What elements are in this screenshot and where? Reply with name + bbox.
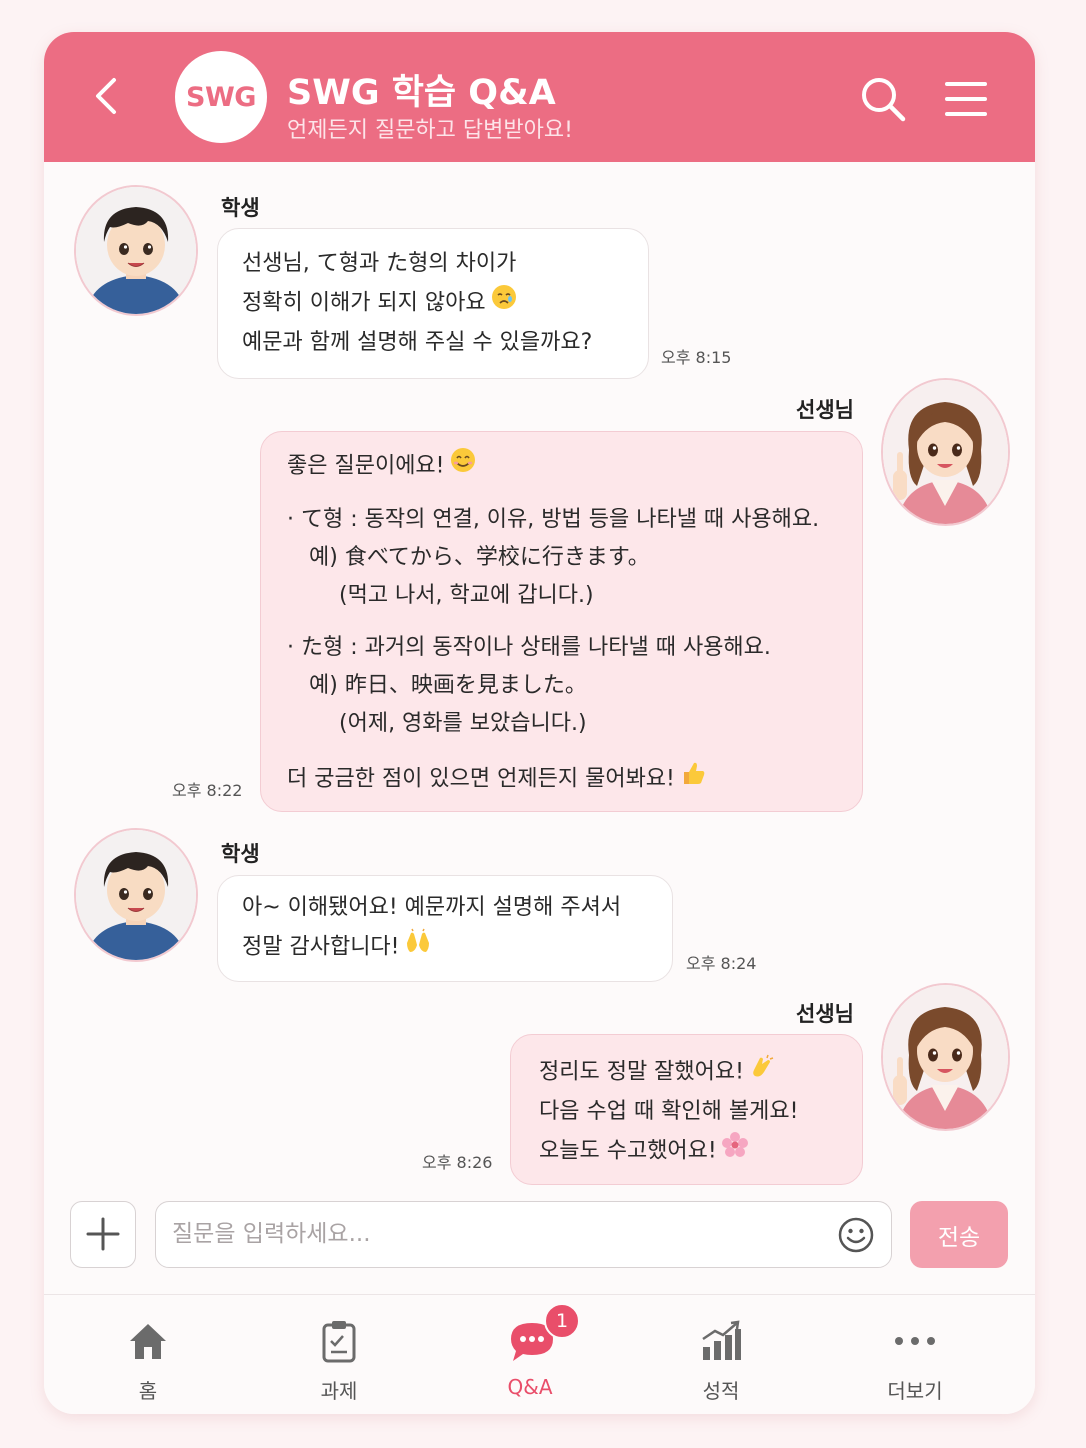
message-line: 더 궁금한 점이 있으면 언제든지 물어봐요!: [287, 766, 675, 792]
sender-name: 선생님: [796, 398, 854, 422]
emoji-button[interactable]: [838, 1217, 874, 1253]
nav-label: Q&A: [507, 1375, 553, 1399]
clapping-hands-icon: [748, 1052, 776, 1093]
nav-item-assignments[interactable]: 과제: [269, 1295, 409, 1414]
message-bubble[interactable]: 아~ 이해됐어요! 예문까지 설명해 주셔서 정말 감사합니다!: [217, 875, 673, 982]
raised-hands-icon: [404, 927, 432, 968]
clipboard-icon: [322, 1321, 356, 1363]
teacher-avatar-illustration: [883, 985, 1008, 1129]
student-avatar-illustration: [76, 187, 196, 314]
message-line: 좋은 질문이에요!: [287, 453, 445, 479]
channel-subtitle: 언제든지 질문하고 답변받아요!: [287, 118, 573, 143]
chat-window: SWG SWG 학습 Q&A 언제든지 질문하고 답변받아요! 학생 선생님, …: [44, 32, 1035, 1414]
message-line: 아~ 이해됐어요! 예문까지 설명해 주셔서: [242, 895, 622, 920]
message-line: 예문과 함께 설명해 주실 수 있을까요?: [242, 330, 593, 355]
sender-name: 선생님: [796, 1002, 854, 1026]
message-line: 오늘도 수고했어요!: [539, 1138, 717, 1164]
thumbs-up-icon: [679, 759, 707, 800]
smiley-icon: [838, 1217, 874, 1253]
nav-label: 더보기: [887, 1379, 943, 1403]
teacher-avatar[interactable]: [881, 983, 1010, 1131]
nav-item-home[interactable]: 홈: [78, 1295, 218, 1414]
channel-logo: SWG: [175, 51, 267, 143]
message-time: 오후 8:22: [172, 781, 243, 800]
back-button[interactable]: [88, 76, 128, 116]
nav-item-more[interactable]: 더보기: [845, 1295, 985, 1414]
message-line: 선생님, て형과 た형의 차이가: [242, 251, 517, 276]
message-input[interactable]: [172, 1202, 822, 1266]
student-avatar[interactable]: [74, 185, 198, 316]
nav-item-grades[interactable]: 성적: [651, 1295, 791, 1414]
bar-chart-icon: [702, 1320, 741, 1360]
message-line: (먹고 나서, 학교에 갑니다.): [339, 583, 594, 608]
notification-badge: 1: [544, 1303, 580, 1339]
crying-face-icon: [490, 283, 518, 324]
message-input-box[interactable]: [155, 1201, 892, 1268]
cherry-blossom-icon: [721, 1131, 749, 1172]
more-dots-icon: [895, 1337, 935, 1345]
nav-label: 홈: [138, 1379, 158, 1403]
message-line: 정확히 이해가 되지 않아요: [242, 290, 486, 316]
nav-item-qna[interactable]: 1 Q&A: [460, 1295, 600, 1414]
message-line: 정말 감사합니다!: [242, 934, 400, 960]
message-bubble[interactable]: 좋은 질문이에요! · て형 : 동작의 연결, 이유, 방법 등을 나타낼 때…: [260, 431, 863, 812]
chevron-left-icon: [96, 78, 116, 114]
student-avatar[interactable]: [74, 828, 198, 962]
search-icon: [862, 78, 906, 122]
attach-button[interactable]: [70, 1201, 136, 1268]
message-line: 예) 食べてから、学校に行きます。: [309, 545, 650, 570]
message-bubble[interactable]: 정리도 정말 잘했어요! 다음 수업 때 확인해 볼게요! 오늘도 수고했어요!: [510, 1034, 863, 1185]
message-line: (어제, 영화를 보았습니다.): [339, 711, 587, 736]
message-line: · た형 : 과거의 동작이나 상태를 나타낼 때 사용해요.: [287, 635, 771, 660]
message-line: 정리도 정말 잘했어요!: [539, 1059, 744, 1085]
nav-label: 성적: [702, 1379, 740, 1403]
nav-label: 과제: [320, 1379, 358, 1403]
teacher-avatar-illustration: [883, 380, 1008, 524]
message-line: 다음 수업 때 확인해 볼게요!: [539, 1099, 799, 1124]
message-time: 오후 8:24: [686, 954, 757, 973]
channel-title: SWG 학습 Q&A: [287, 73, 556, 113]
message-time: 오후 8:26: [422, 1153, 493, 1172]
message-bubble[interactable]: 선생님, て형과 た형의 차이가 정확히 이해가 되지 않아요 예문과 함께 설…: [217, 228, 649, 379]
search-button[interactable]: [860, 76, 906, 122]
send-button[interactable]: 전송: [910, 1201, 1008, 1268]
chat-header: SWG SWG 학습 Q&A 언제든지 질문하고 답변받아요!: [44, 32, 1035, 162]
menu-button[interactable]: [943, 76, 989, 122]
teacher-avatar[interactable]: [881, 378, 1010, 526]
plus-icon: [86, 1217, 120, 1251]
message-line: · て형 : 동작의 연결, 이유, 방법 등을 나타낼 때 사용해요.: [287, 507, 820, 532]
smiling-face-icon: [449, 446, 477, 487]
sender-name: 학생: [221, 196, 260, 220]
hamburger-menu-icon: [945, 82, 987, 116]
message-line: 예) 昨日、映画を見ました。: [309, 673, 587, 698]
student-avatar-illustration: [76, 830, 196, 960]
bottom-navigation: 홈 과제 1 Q&A 성적 더보기: [44, 1294, 1035, 1414]
home-icon: [130, 1324, 166, 1359]
message-time: 오후 8:15: [661, 348, 732, 367]
sender-name: 학생: [221, 842, 260, 866]
